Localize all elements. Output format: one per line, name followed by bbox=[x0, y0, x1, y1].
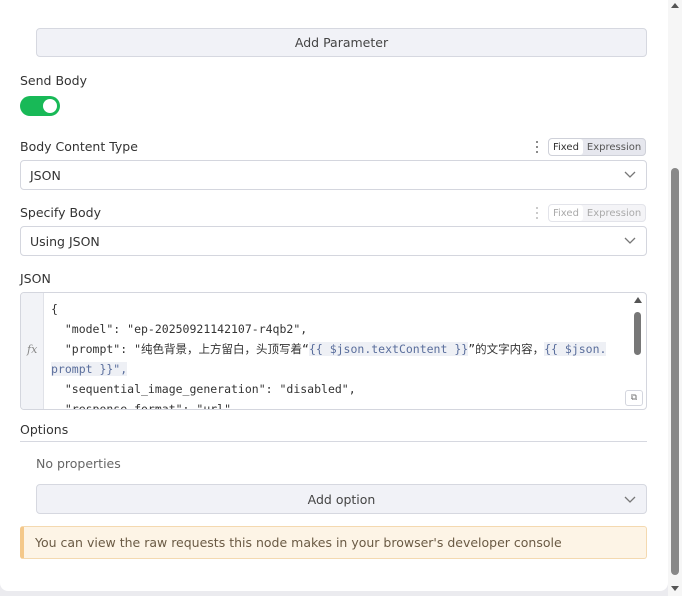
specify-body-label: Specify Body bbox=[20, 205, 102, 220]
chevron-down-icon bbox=[624, 237, 636, 244]
code-line: "prompt": "纯色背景，上方留白，头顶写着“{{ $json.textC… bbox=[51, 342, 607, 356]
developer-console-notice: You can view the raw requests this node … bbox=[20, 526, 647, 559]
specify-body-select[interactable]: Using JSON bbox=[20, 226, 647, 256]
scroll-thumb[interactable] bbox=[671, 168, 679, 575]
add-parameter-button[interactable]: Add Parameter bbox=[36, 28, 647, 57]
scroll-up-icon[interactable] bbox=[671, 3, 679, 8]
json-code[interactable]: { "model": "ep-20250921142107-r4qb2", "p… bbox=[51, 299, 628, 410]
mode-fixed-tab: Fixed bbox=[549, 205, 583, 221]
code-line: "response_format": "url", bbox=[51, 402, 238, 410]
editor-gutter: fx bbox=[21, 293, 44, 409]
expression-token: {{ $json.textContent }} bbox=[308, 342, 469, 356]
select-value: Using JSON bbox=[30, 233, 100, 249]
more-options-icon[interactable] bbox=[533, 140, 541, 154]
chevron-down-icon bbox=[624, 171, 636, 178]
chevron-down-icon bbox=[624, 496, 636, 503]
body-content-type-select[interactable]: JSON bbox=[20, 160, 647, 190]
mode-fixed-tab[interactable]: Fixed bbox=[549, 139, 583, 155]
json-code-editor[interactable]: fx { "model": "ep-20250921142107-r4qb2",… bbox=[20, 292, 647, 410]
expression-token: {{ $json. bbox=[544, 342, 607, 356]
send-body-label: Send Body bbox=[20, 73, 88, 88]
add-option-button[interactable]: Add option bbox=[36, 484, 647, 514]
panel-scrollbar[interactable] bbox=[668, 0, 682, 596]
more-options-icon bbox=[533, 206, 541, 220]
body-content-type-label: Body Content Type bbox=[20, 139, 138, 154]
mode-expression-tab[interactable]: Expression bbox=[583, 139, 645, 155]
node-parameters-panel: Add Parameter Send Body Body Content Typ… bbox=[0, 0, 668, 591]
fx-icon: fx bbox=[27, 343, 38, 356]
send-body-toggle[interactable] bbox=[20, 96, 60, 116]
code-line: { bbox=[51, 302, 58, 316]
code-line: "model": "ep-20250921142107-r4qb2", bbox=[51, 322, 308, 336]
select-value: JSON bbox=[30, 167, 61, 183]
options-title: Options bbox=[20, 422, 69, 437]
divider bbox=[20, 441, 647, 442]
specify-body-mode-switch: Fixed Expression bbox=[548, 204, 647, 222]
add-option-label: Add option bbox=[307, 491, 376, 507]
json-label: JSON bbox=[20, 271, 51, 286]
toggle-knob bbox=[43, 99, 57, 113]
body-content-type-mode-switch[interactable]: Fixed Expression bbox=[548, 138, 647, 156]
code-line: prompt }}", bbox=[51, 362, 128, 376]
no-properties-text: No properties bbox=[36, 456, 121, 471]
code-line: "sequential_image_generation": "disabled… bbox=[51, 382, 356, 396]
mode-expression-tab: Expression bbox=[586, 207, 642, 219]
expand-editor-icon[interactable]: ⧉ bbox=[625, 390, 643, 406]
scroll-down-icon[interactable] bbox=[671, 586, 679, 591]
scroll-thumb[interactable] bbox=[634, 312, 641, 355]
scroll-up-icon[interactable] bbox=[634, 297, 642, 303]
